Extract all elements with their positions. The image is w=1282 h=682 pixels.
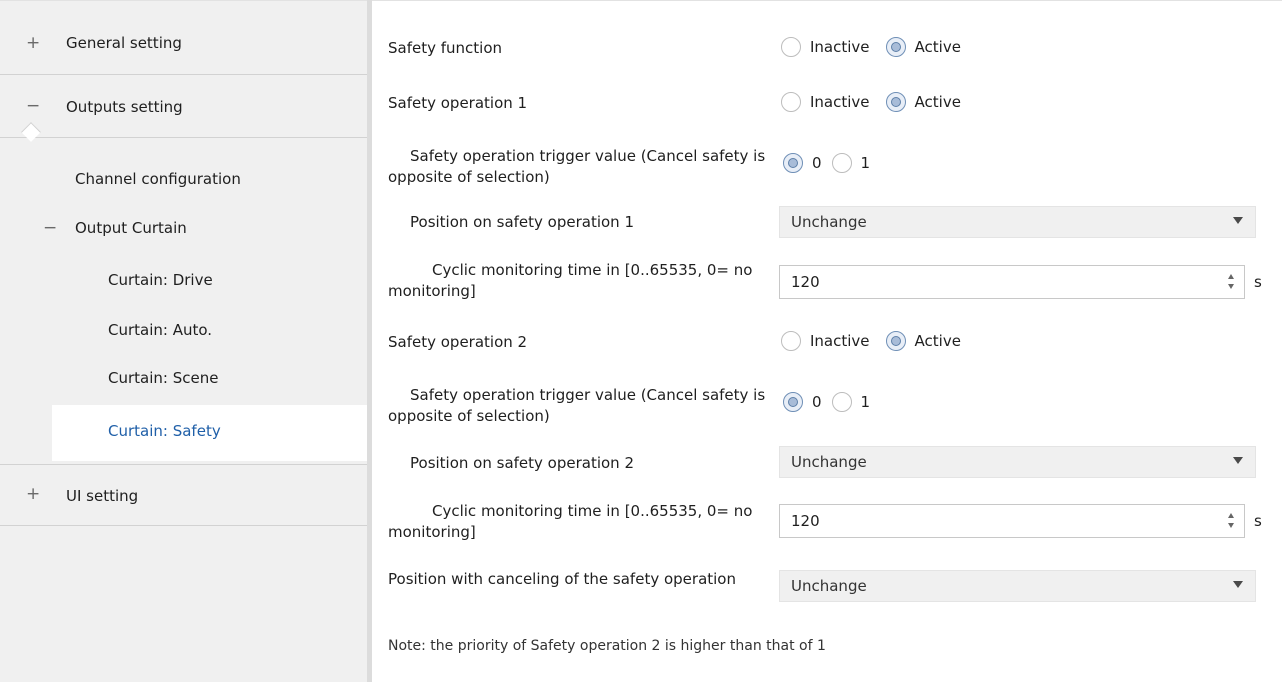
sidebar-item-label: General setting (66, 34, 182, 52)
safety-operation-1-active-radio[interactable] (885, 92, 906, 112)
sidebar-item-general-setting[interactable]: + General setting (0, 13, 369, 75)
safety-operation-2-label: Safety operation 2 (388, 333, 528, 351)
safety-function-label: Safety function (388, 39, 503, 57)
radio-label: 0 (812, 393, 822, 411)
sidebar-item-label: Output Curtain (75, 219, 187, 237)
sidebar-item-label: Curtain: Scene (108, 369, 219, 387)
radio-label: Inactive (810, 38, 870, 56)
radio-label: Active (914, 93, 961, 111)
sidebar-item-label: Outputs setting (66, 98, 183, 116)
safety-operation-2-radio-group: Inactive Active (781, 331, 977, 351)
safety-operation-2-active-radio[interactable] (885, 331, 906, 351)
safety-function-inactive-radio[interactable] (781, 37, 801, 57)
cancel-position-select[interactable]: Unchange (779, 570, 1256, 602)
select-value: Unchange (791, 577, 867, 595)
plus-icon[interactable]: + (26, 484, 40, 504)
sidebar-item-curtain-auto[interactable]: Curtain: Auto. (0, 313, 369, 349)
spin-up-icon[interactable] (1228, 513, 1234, 518)
select-value: Unchange (791, 453, 867, 471)
radio-label: 1 (860, 393, 871, 411)
safety-function-active-radio[interactable] (885, 37, 906, 57)
cyclic-monitoring-2-stepper[interactable]: 120 (779, 504, 1245, 538)
position-1-select[interactable]: Unchange (779, 206, 1256, 238)
cancel-position-label: Position with canceling of the safety op… (388, 570, 736, 588)
sidebar-item-curtain-scene[interactable]: Curtain: Scene (0, 361, 369, 397)
safety-function-radio-group: Inactive Active (781, 37, 977, 57)
spin-down-icon[interactable] (1228, 284, 1234, 289)
safety-operation-1-label: Safety operation 1 (388, 94, 528, 112)
trigger-value-2-label: Safety operation trigger value (Cancel s… (388, 386, 766, 425)
sidebar-item-ui-setting[interactable]: + UI setting (0, 464, 369, 526)
trigger-value-1-radio-group: 0 1 (783, 153, 886, 173)
stepper-value: 120 (791, 273, 820, 291)
cyclic-monitoring-1-label: Cyclic monitoring time in [0..65535, 0= … (388, 261, 753, 300)
sidebar-item-label: UI setting (66, 487, 139, 505)
trigger-value-1-zero-radio[interactable] (783, 153, 803, 173)
plus-icon[interactable]: + (26, 33, 40, 53)
chevron-down-icon (1233, 217, 1243, 224)
sidebar-item-outputs-setting[interactable]: − Outputs setting (0, 76, 369, 138)
sidebar-item-curtain-drive[interactable]: Curtain: Drive (0, 263, 369, 299)
unit-label: s (1254, 512, 1262, 530)
sidebar: + General setting − Outputs setting Chan… (0, 0, 372, 682)
priority-note: Note: the priority of Safety operation 2… (388, 638, 826, 654)
radio-label: Inactive (810, 332, 870, 350)
spin-up-icon[interactable] (1228, 274, 1234, 279)
minus-icon[interactable]: − (26, 96, 40, 116)
safety-operation-1-radio-group: Inactive Active (781, 92, 977, 112)
radio-label: Active (914, 38, 961, 56)
radio-label: Active (914, 332, 961, 350)
sidebar-item-label: Curtain: Drive (108, 271, 213, 289)
radio-label: Inactive (810, 93, 870, 111)
radio-label: 0 (812, 154, 822, 172)
trigger-value-2-radio-group: 0 1 (783, 392, 886, 412)
trigger-value-2-one-radio[interactable] (831, 392, 852, 412)
safety-operation-2-inactive-radio[interactable] (781, 331, 801, 351)
trigger-value-2-zero-radio[interactable] (783, 392, 803, 412)
trigger-value-1-label: Safety operation trigger value (Cancel s… (388, 147, 766, 186)
sidebar-item-label: Curtain: Auto. (108, 321, 213, 339)
sidebar-item-output-curtain[interactable]: − Output Curtain (0, 209, 369, 249)
settings-panel: Safety function Inactive Active Safety o… (372, 0, 1282, 682)
sidebar-item-label: Curtain: Safety (108, 422, 221, 440)
sidebar-item-channel-configuration[interactable]: Channel configuration (0, 159, 369, 203)
select-value: Unchange (791, 213, 867, 231)
position-2-select[interactable]: Unchange (779, 446, 1256, 478)
minus-icon[interactable]: − (43, 218, 57, 238)
safety-operation-1-inactive-radio[interactable] (781, 92, 801, 112)
cyclic-monitoring-1-stepper[interactable]: 120 (779, 265, 1245, 299)
cyclic-monitoring-2-label: Cyclic monitoring time in [0..65535, 0= … (388, 502, 753, 541)
trigger-value-1-one-radio[interactable] (831, 153, 852, 173)
chevron-down-icon (1233, 457, 1243, 464)
position-2-label: Position on safety operation 2 (410, 454, 634, 472)
position-1-label: Position on safety operation 1 (410, 213, 634, 231)
sidebar-item-label: Channel configuration (75, 170, 241, 188)
radio-label: 1 (860, 154, 871, 172)
stepper-value: 120 (791, 512, 820, 530)
chevron-down-icon (1233, 581, 1243, 588)
spin-down-icon[interactable] (1228, 523, 1234, 528)
unit-label: s (1254, 273, 1262, 291)
sidebar-item-curtain-safety[interactable]: Curtain: Safety (52, 405, 372, 461)
